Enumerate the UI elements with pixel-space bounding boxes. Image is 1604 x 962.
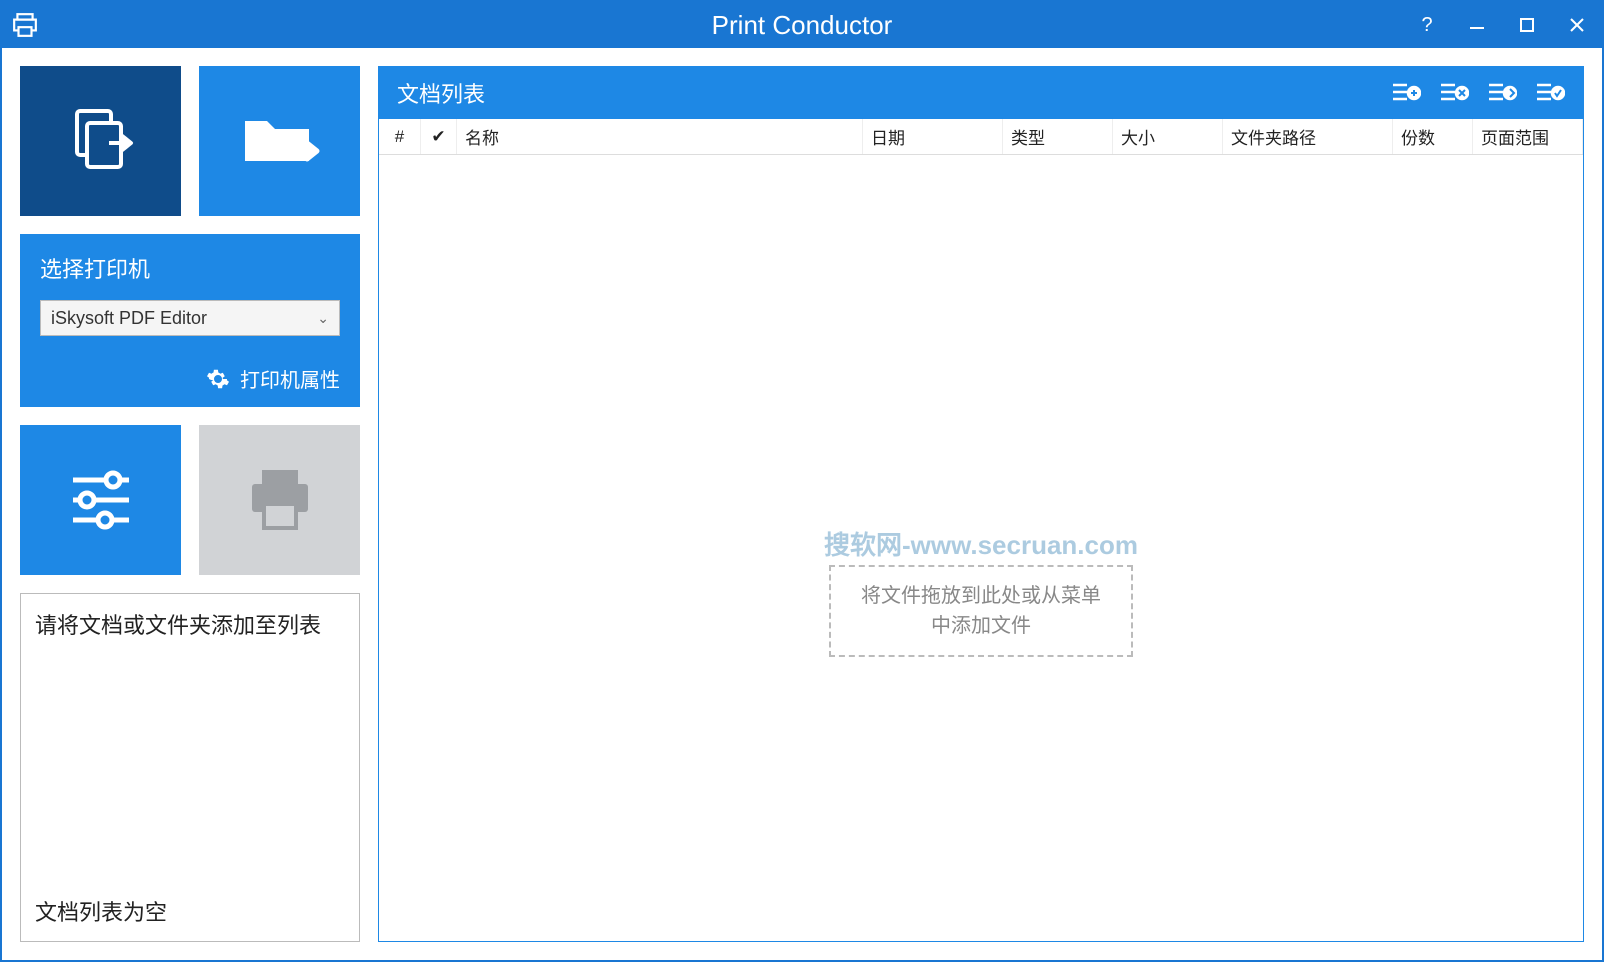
action-tiles-row [20,425,360,575]
document-list-title: 文档列表 [397,77,485,109]
app-window: Print Conductor ? [0,0,1604,962]
app-body: 选择打印机 iSkysoft PDF Editor ⌄ 打印机属性 [2,48,1602,960]
maximize-button[interactable] [1502,2,1552,48]
help-button[interactable]: ? [1402,2,1452,48]
sidebar: 选择打印机 iSkysoft PDF Editor ⌄ 打印机属性 [20,66,360,942]
window-controls: ? [1402,2,1602,48]
col-num[interactable]: # [379,119,421,154]
printer-properties-label: 打印机属性 [240,364,340,393]
print-button[interactable] [199,425,360,575]
document-list-area[interactable]: 搜软网-www.secruan.com 将文件拖放到此处或从菜单 中添加文件 [379,155,1583,941]
list-action-1[interactable] [1391,80,1421,106]
list-header-actions [1391,80,1565,106]
settings-button[interactable] [20,425,181,575]
add-documents-icon [61,101,141,181]
col-name[interactable]: 名称 [457,119,863,154]
printer-select[interactable]: iSkysoft PDF Editor ⌄ [40,300,340,336]
add-tiles-row [20,66,360,216]
printer-properties-button[interactable]: 打印机属性 [40,364,340,393]
col-date[interactable]: 日期 [863,119,1003,154]
gear-icon [206,367,230,391]
col-check[interactable]: ✔ [421,119,457,154]
dropzone-line-1: 将文件拖放到此处或从菜单 [861,581,1101,611]
sliders-icon [61,460,141,540]
close-button[interactable] [1552,2,1602,48]
app-icon [2,12,48,38]
col-size[interactable]: 大小 [1113,119,1223,154]
dropzone-line-2: 中添加文件 [861,611,1101,641]
printer-panel: 选择打印机 iSkysoft PDF Editor ⌄ 打印机属性 [20,234,360,407]
col-copies[interactable]: 份数 [1393,119,1473,154]
col-path[interactable]: 文件夹路径 [1223,119,1393,154]
col-type[interactable]: 类型 [1003,119,1113,154]
add-folder-button[interactable] [199,66,360,216]
column-headers: # ✔ 名称 日期 类型 大小 文件夹路径 份数 页面范围 [379,119,1583,155]
watermark-text: 搜软网-www.secruan.com [824,525,1138,562]
add-documents-button[interactable] [20,66,181,216]
add-folder-icon [235,101,325,181]
document-list-panel: 文档列表 [378,66,1584,942]
list-action-4[interactable] [1535,80,1565,106]
list-action-2[interactable] [1439,80,1469,106]
minimize-button[interactable] [1452,2,1502,48]
col-range[interactable]: 页面范围 [1473,119,1583,154]
status-line-2: 文档列表为空 [35,895,345,927]
status-panel: 请将文档或文件夹添加至列表 文档列表为空 [20,593,360,942]
list-action-3[interactable] [1487,80,1517,106]
printer-panel-title: 选择打印机 [40,252,340,284]
printer-select-value: iSkysoft PDF Editor [51,308,207,329]
printer-icon [240,460,320,540]
app-title: Print Conductor [2,10,1602,41]
document-list-header: 文档列表 [379,67,1583,119]
chevron-down-icon: ⌄ [317,310,329,327]
titlebar: Print Conductor ? [2,2,1602,48]
dropzone[interactable]: 将文件拖放到此处或从菜单 中添加文件 [829,565,1133,657]
status-line-1: 请将文档或文件夹添加至列表 [35,608,345,640]
